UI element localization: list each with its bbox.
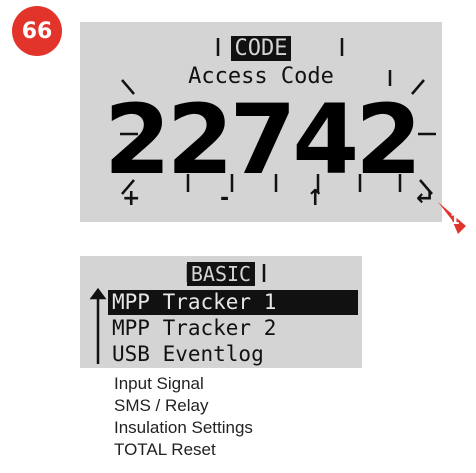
basic-menu-display: BASIC MPP Tracker 1 MPP Tracker 2 USB Ev… [80, 256, 362, 368]
list-item-total-reset: TOTAL Reset [114, 440, 216, 459]
plus-button[interactable]: + [122, 186, 140, 211]
list-item-insulation-settings: Insulation Settings [114, 418, 253, 437]
callout-arrow-icon: 1 [438, 202, 466, 234]
menu-item-usb-eventlog[interactable]: USB Eventlog [108, 342, 358, 367]
callout-number: 1 [450, 212, 460, 228]
basic-menu-title: BASIC [80, 262, 362, 286]
list-item-input-signal: Input Signal [114, 374, 204, 393]
access-code-value: 22742 [104, 84, 422, 196]
up-arrow-button[interactable]: ↑ [306, 186, 324, 211]
menu-item-mpp-tracker-2[interactable]: MPP Tracker 2 [108, 316, 358, 341]
enter-button[interactable]: ↵ [416, 186, 434, 211]
step-number-badge: 66 [12, 6, 62, 56]
minus-button[interactable]: - [220, 186, 229, 211]
code-menu-title: CODE [80, 36, 442, 61]
code-entry-display: CODE Access Code 22742 + - ↑ ↵ [80, 22, 442, 222]
list-item-sms-relay: SMS / Relay [114, 396, 209, 415]
menu-item-mpp-tracker-1[interactable]: MPP Tracker 1 [108, 290, 358, 315]
